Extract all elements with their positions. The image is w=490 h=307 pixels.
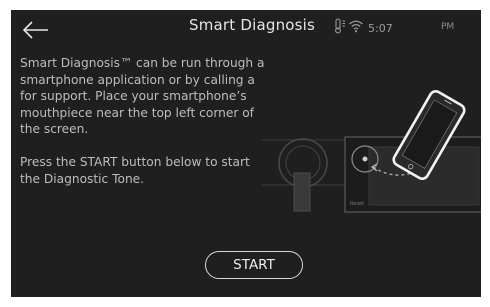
start-button[interactable]: START — [205, 251, 303, 279]
clock-ampm: PM — [441, 22, 455, 32]
instructions: Smart Diagnosis™ can be run through a sm… — [20, 55, 270, 187]
status-bar: 5:07 — [332, 18, 393, 38]
instruction-paragraph-1: Smart Diagnosis™ can be run through a sm… — [20, 56, 265, 137]
page-title: Smart Diagnosis — [189, 16, 316, 34]
back-arrow-icon[interactable] — [21, 18, 51, 42]
panel-small-label: Reset — [350, 201, 364, 207]
smartphone-on-appliance-illustration: Reset — [261, 85, 481, 215]
clock-time: 5:07 — [368, 21, 393, 35]
appliance-screen: Smart Diagnosis 5:07 PM Smart Diagnosis™… — [11, 10, 481, 297]
thermometer-icon — [332, 18, 348, 38]
instruction-paragraph-2: Press the START button below to start th… — [20, 154, 250, 186]
wifi-icon — [348, 18, 364, 38]
